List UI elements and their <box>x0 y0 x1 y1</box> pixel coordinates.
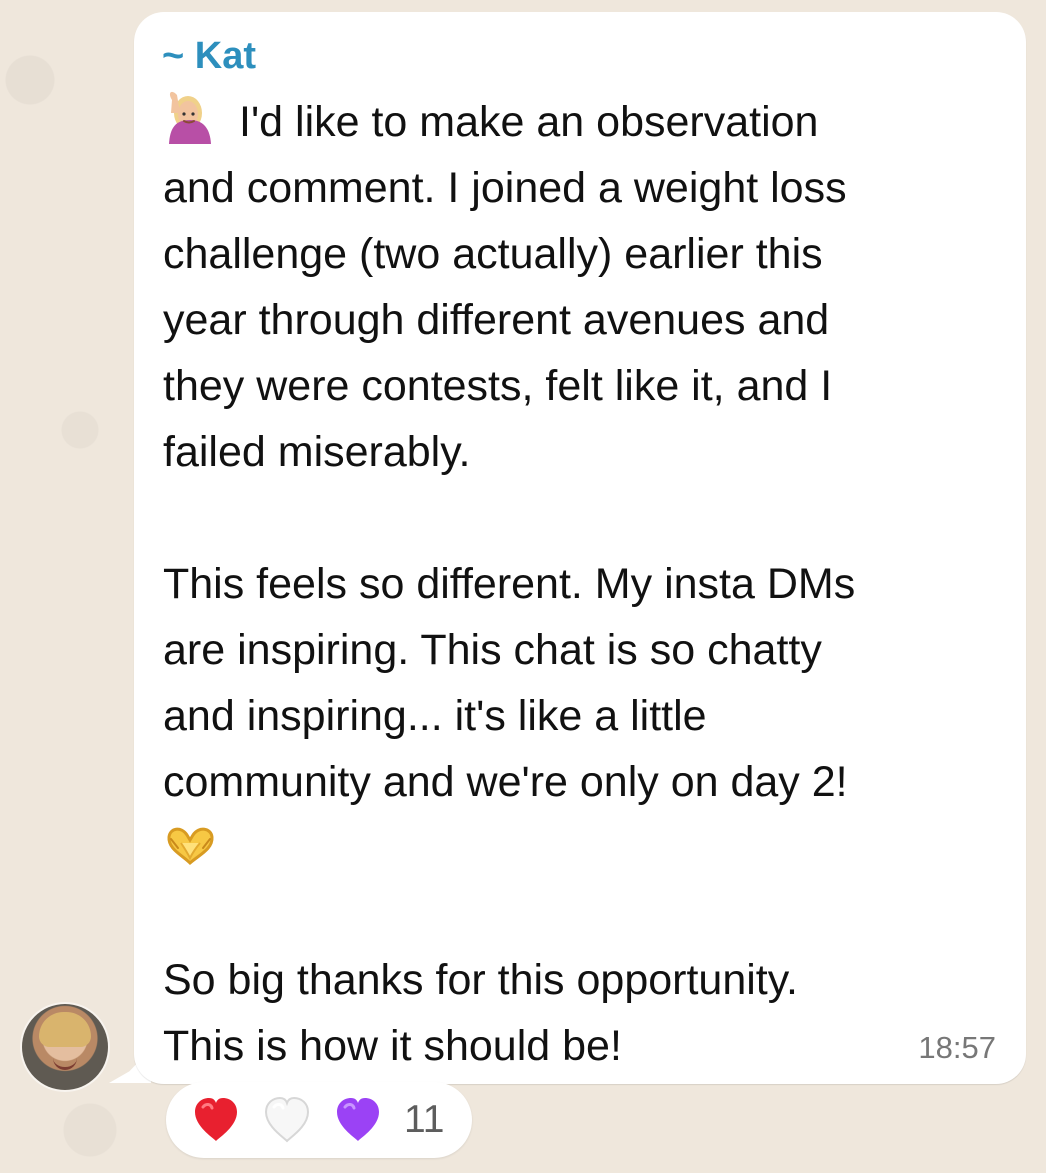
purple-heart-icon[interactable] <box>332 1096 384 1144</box>
heart-hands-emoji <box>163 821 218 866</box>
sender-name[interactable]: ~ Kat <box>162 35 256 77</box>
message-paragraph-2: This feels so different. My insta DMs ar… <box>163 560 856 806</box>
message-paragraph-1: I'd like to make an observation and comm… <box>163 98 847 476</box>
white-heart-icon[interactable] <box>261 1096 313 1144</box>
sender-avatar[interactable] <box>22 1004 108 1090</box>
message-time: 18:57 <box>918 1030 996 1065</box>
received-message-bubble[interactable]: ~ Kat I'd like to make an observation an… <box>134 12 1026 1084</box>
message-text: I'd like to make an observation and comm… <box>163 89 1007 1079</box>
raising-hand-emoji <box>163 90 217 146</box>
message-reactions[interactable]: 11 <box>166 1082 472 1158</box>
red-heart-icon[interactable] <box>190 1096 242 1144</box>
reaction-count: 11 <box>404 1098 445 1141</box>
message-paragraph-3: So big thanks for this opportunity. This… <box>163 956 799 1070</box>
